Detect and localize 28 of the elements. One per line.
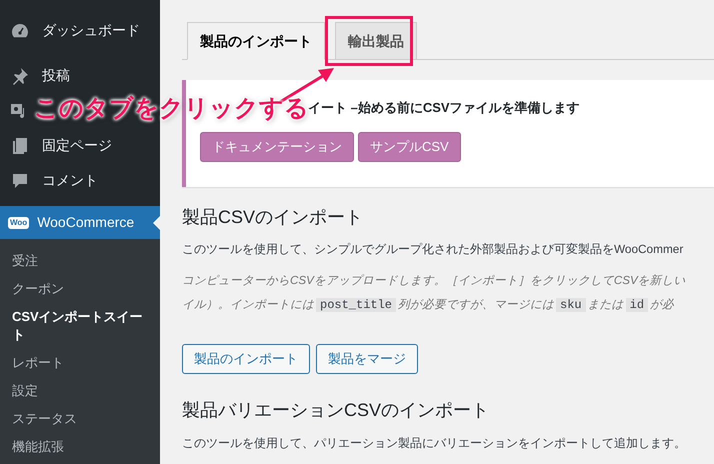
outline-button[interactable]: 製品をマージ <box>316 344 418 374</box>
submenu-item[interactable]: ステータス <box>0 405 160 433</box>
submenu-item[interactable]: 機能拡張 <box>0 433 160 461</box>
section-description: このツールを使用して、シンプルでグループ化された外部製品および可変製品をWooCommer <box>182 241 684 258</box>
action-button[interactable]: サンプルCSV <box>358 132 461 162</box>
sidebar-item[interactable]: 固定ページ <box>0 128 160 163</box>
sidebar-item[interactable]: Woo WooCommerce <box>0 206 160 239</box>
sidebar-item[interactable]: コメント <box>0 163 160 198</box>
sidebar-item[interactable]: 投稿 <box>0 58 160 93</box>
woo-logo-icon: Woo <box>8 216 30 228</box>
section-heading: 製品バリエーションCSVのインポート <box>182 398 490 422</box>
section-description: このツールを使用して、パリエーション製品にバリエーションをインポートして追加します。 <box>182 434 687 452</box>
pages-icon <box>10 136 30 156</box>
outline-button[interactable]: 製品のインポート <box>182 344 310 374</box>
submenu-item[interactable]: CSVインポートスイート <box>0 303 160 349</box>
sidebar-item[interactable]: ダッシュボード <box>0 13 160 48</box>
tab[interactable]: 輸出製品 <box>335 22 417 60</box>
action-button[interactable]: ドキュメンテーション <box>200 132 354 162</box>
submenu-item[interactable]: クーポン <box>0 275 160 303</box>
annotation-label: このタブをクリックする <box>34 94 309 124</box>
tab[interactable]: 製品のインポート <box>187 22 325 60</box>
import-note: コンピューターからCSVをアップロードします。［インポート］をクリックしてCSVを新しい イル）。インポートには post_title 列が必要ですが、マージには sku または id が必 <box>182 272 687 314</box>
submenu-item[interactable]: 受注 <box>0 247 160 275</box>
submenu-item[interactable]: レポート <box>0 349 160 377</box>
notice-text: イート –始める前にCSVファイルを準備します <box>308 99 581 117</box>
submenu-item[interactable]: 設定 <box>0 377 160 405</box>
current-pointer-icon <box>153 216 160 230</box>
section-heading: 製品CSVのインポート <box>182 206 364 229</box>
